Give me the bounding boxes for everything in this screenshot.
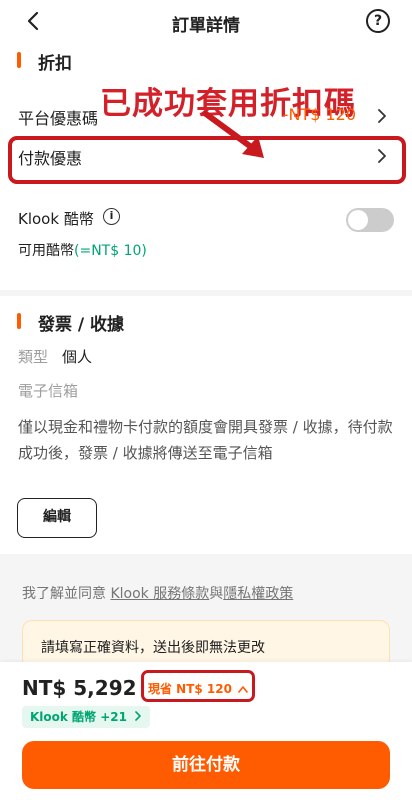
help-icon[interactable]: ?: [366, 9, 390, 33]
available-credits-label: 可用酷幣: [18, 243, 74, 259]
toggle-knob: [348, 210, 368, 230]
section-accent-bar: [17, 52, 21, 68]
warning-text: 請填寫正確資料，送出後即無法更改: [41, 640, 265, 656]
savings-highlight-box: [141, 670, 255, 702]
discount-section-title: 折扣: [38, 54, 72, 74]
agreement-and: 與: [209, 586, 224, 602]
agreement-text: 我了解並同意 Klook 服務條款與隱私權政策: [22, 583, 293, 603]
invoice-type-value: 個人: [62, 348, 93, 366]
privacy-link[interactable]: 隱私權政策: [223, 586, 293, 602]
invoice-note: 僅以現金和禮物卡付款的額度會開具發票 / 收據，待付款成功後，發票 / 收據將傳…: [18, 418, 393, 462]
credits-badge[interactable]: Klook 酷幣 +21: [22, 706, 151, 728]
terms-link[interactable]: Klook 服務條款: [110, 586, 209, 602]
chevron-right-icon: [135, 711, 141, 721]
invoice-type-label: 類型: [18, 348, 49, 366]
payment-discount-row[interactable]: 付款優惠: [0, 136, 412, 176]
invoice-section-title: 發票 / 收據: [38, 315, 125, 335]
klook-credits-toggle[interactable]: [346, 208, 394, 232]
bottom-bar: NT$ 5,292 現省 NT$ 120 Klook 酷幣 +21 前往付款: [0, 662, 412, 800]
total-price: NT$ 5,292: [22, 676, 137, 700]
order-details-page: 訂單詳情 ? 折扣 已成功套用折扣碼 平台優惠碼 -NT$ 120 付款優惠 K…: [0, 0, 412, 800]
promo-code-value: -NT$ 120: [282, 105, 356, 124]
page-title: 訂單詳情: [172, 16, 240, 36]
chevron-right-icon: [378, 109, 386, 123]
credits-text: Klook 酷幣 +21: [30, 710, 127, 724]
available-credits-value: (=NT$ 10): [74, 243, 147, 259]
available-credits: 可用酷幣(=NT$ 10): [18, 240, 147, 260]
chevron-right-icon: [378, 149, 386, 163]
proceed-to-pay-button[interactable]: 前往付款: [22, 741, 390, 789]
promo-code-row[interactable]: 平台優惠碼 -NT$ 120: [0, 96, 412, 136]
klook-credits-label: Klook 酷幣: [18, 210, 94, 228]
info-icon[interactable]: i: [103, 208, 120, 225]
section-accent-bar: [17, 313, 21, 329]
payment-discount-label: 付款優惠: [18, 149, 83, 168]
promo-code-label: 平台優惠碼: [18, 109, 99, 128]
discount-section: 折扣 已成功套用折扣碼 平台優惠碼 -NT$ 120 付款優惠 Klook 酷幣…: [0, 44, 412, 290]
invoice-section: 發票 / 收據 類型 個人 電子信箱 僅以現金和禮物卡付款的額度會開具發票 / …: [0, 296, 412, 554]
agreement-prefix: 我了解並同意: [22, 586, 111, 602]
edit-button[interactable]: 編輯: [17, 498, 97, 538]
invoice-email-label: 電子信箱: [18, 382, 79, 400]
header: 訂單詳情 ?: [0, 0, 412, 44]
